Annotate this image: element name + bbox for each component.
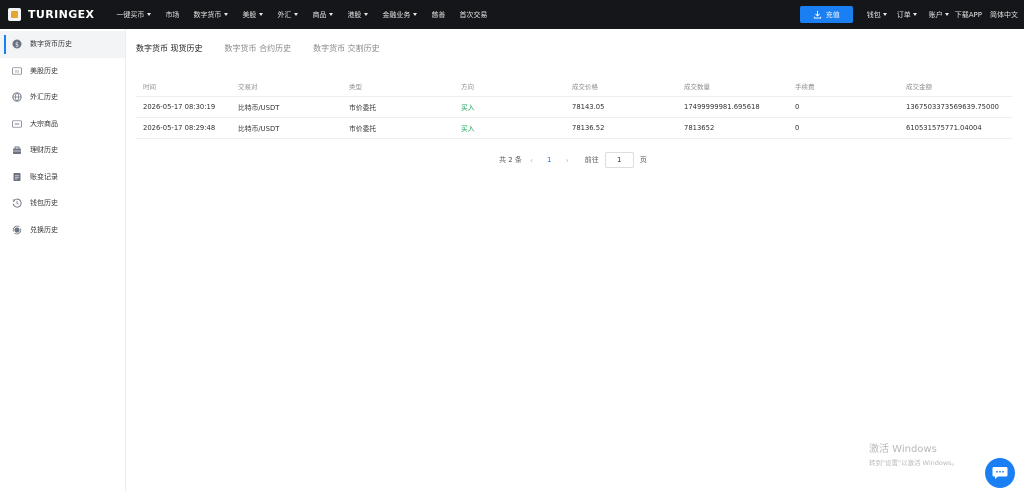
- chevron-down-icon: [413, 13, 418, 16]
- sidebar-item-exchange-history[interactable]: 兑换历史: [0, 217, 125, 244]
- cell-direction: 买入: [461, 104, 475, 112]
- sidebar-item-wallet-history[interactable]: 钱包历史: [0, 190, 125, 217]
- chevron-down-icon: [882, 13, 887, 16]
- ledger-icon: [12, 172, 22, 182]
- cell-fee: 0: [795, 124, 800, 132]
- nav-item-charity[interactable]: 慈善: [431, 10, 445, 20]
- cell-direction: 买入: [461, 125, 475, 133]
- chevron-down-icon: [944, 13, 949, 16]
- cell-quantity: 7813652: [684, 124, 715, 132]
- nav-item-market[interactable]: 市场: [165, 10, 179, 20]
- svg-text:US: US: [15, 69, 19, 73]
- cell-time: 2026-05-17 08:30:19: [143, 103, 216, 111]
- coin-icon: $: [12, 39, 22, 49]
- column-header-fee: 手续费: [795, 83, 815, 91]
- table-header: 时间 交易对 类型 方向 成交价格 成交数量 手续费 成交金额: [136, 76, 1012, 97]
- sidebar-item-commodities[interactable]: 大宗商品: [0, 111, 125, 138]
- cell-pair: 比特币/USDT: [238, 125, 280, 133]
- language-switch[interactable]: 简体中文: [990, 10, 1018, 20]
- top-navbar: TURINGEX 一键买币 市场 数字货币 美股 外汇 商品 港股 金融业务 慈…: [0, 0, 1024, 29]
- finance-icon: [12, 145, 22, 155]
- account-menu[interactable]: 账户: [929, 10, 949, 20]
- cell-price: 78136.52: [572, 124, 605, 132]
- main-content: 数字货币 现货历史 数字货币 合约历史 数字货币 交割历史 时间 交易对 类型 …: [126, 29, 1024, 491]
- column-header-direction: 方向: [461, 83, 474, 91]
- goto-label: 前往: [584, 156, 599, 164]
- wallet-menu[interactable]: 钱包: [867, 10, 887, 20]
- chevron-down-icon: [294, 13, 299, 16]
- sidebar-item-finance-history[interactable]: 理财历史: [0, 137, 125, 164]
- recharge-button[interactable]: 充值: [799, 6, 853, 23]
- cell-price: 78143.05: [572, 103, 605, 111]
- chevron-down-icon: [224, 13, 229, 16]
- chat-support-button[interactable]: [985, 458, 1015, 488]
- watermark-subtitle: 转到"设置"以激活 Windows。: [869, 459, 959, 467]
- tab-delivery-history[interactable]: 数字货币 交割历史: [313, 43, 380, 54]
- brand-name: TURINGEX: [28, 8, 95, 21]
- table-row: 2026-05-17 08:30:19 比特币/USDT 市价委托 买入 781…: [136, 97, 1012, 118]
- us-stock-icon: US: [12, 66, 22, 76]
- page-jump-input[interactable]: [604, 152, 634, 168]
- tab-contract-history[interactable]: 数字货币 合约历史: [225, 43, 292, 54]
- column-header-pair: 交易对: [238, 83, 258, 91]
- logo-icon: [8, 8, 21, 21]
- svg-text:$: $: [15, 42, 19, 49]
- sidebar-item-crypto-history[interactable]: $ 数字货币历史: [0, 31, 125, 58]
- user-nav: 充值 钱包 订单 账户 下载APP 简体中文: [799, 0, 1018, 29]
- nav-item-hk-stocks[interactable]: 港股: [347, 10, 369, 20]
- cell-quantity: 17499999981.695618: [684, 103, 760, 111]
- nav-item-first-trade[interactable]: 首次交易: [459, 10, 487, 20]
- chevron-down-icon: [329, 13, 334, 16]
- prev-page-icon[interactable]: ‹: [530, 156, 533, 165]
- tab-spot-history[interactable]: 数字货币 现货历史: [136, 43, 203, 54]
- chevron-down-icon: [259, 13, 264, 16]
- trade-history-table: 时间 交易对 类型 方向 成交价格 成交数量 手续费 成交金额 2026-05-…: [136, 76, 1012, 139]
- cell-time: 2026-05-17 08:29:48: [143, 124, 216, 132]
- cell-amount: 1367503373569639.75000: [906, 103, 999, 111]
- watermark-title: 激活 Windows: [869, 444, 937, 455]
- column-header-quantity: 成交数量: [684, 83, 710, 91]
- main-nav: 一键买币 市场 数字货币 美股 外汇 商品 港股 金融业务 慈善 首次交易: [116, 10, 501, 20]
- nav-item-finance[interactable]: 金融业务: [382, 10, 418, 20]
- column-header-price: 成交价格: [572, 83, 598, 91]
- page-suffix-label: 页: [639, 156, 647, 164]
- next-page-icon[interactable]: ›: [566, 156, 569, 165]
- download-app-link[interactable]: 下载APP: [955, 10, 982, 20]
- column-header-time: 时间: [143, 83, 156, 91]
- chevron-down-icon: [364, 13, 369, 16]
- nav-item-forex[interactable]: 外汇: [277, 10, 299, 20]
- nav-item-commodities[interactable]: 商品: [312, 10, 334, 20]
- brand-logo[interactable]: TURINGEX: [8, 8, 94, 21]
- nav-item-crypto[interactable]: 数字货币: [193, 10, 229, 20]
- pagination: 共 2 条 ‹ 1 › 前往 页: [499, 152, 647, 168]
- cell-type: 市价委托: [349, 104, 377, 112]
- globe-icon: [12, 92, 22, 102]
- table-row: 2026-05-17 08:29:48 比特币/USDT 市价委托 买入 781…: [136, 118, 1012, 139]
- cell-type: 市价委托: [349, 125, 377, 133]
- chevron-down-icon: [147, 13, 152, 16]
- history-sidebar: $ 数字货币历史 US 美股历史 外汇历史 大宗商品 理财历史 账变记录 钱包历…: [0, 29, 126, 491]
- pagination-total: 共 2 条: [499, 156, 522, 164]
- download-icon: [813, 10, 821, 19]
- column-header-amount: 成交金额: [906, 83, 932, 91]
- wallet-history-icon: [12, 198, 22, 208]
- exchange-icon: [12, 225, 22, 235]
- nav-item-us-stocks[interactable]: 美股: [242, 10, 264, 20]
- nav-item-quick-buy[interactable]: 一键买币: [116, 10, 152, 20]
- sidebar-item-ledger[interactable]: 账变记录: [0, 164, 125, 191]
- cell-fee: 0: [795, 103, 800, 111]
- commodity-icon: [12, 119, 22, 129]
- sidebar-item-us-stock-history[interactable]: US 美股历史: [0, 58, 125, 85]
- cell-amount: 610531575771.04004: [906, 124, 982, 132]
- history-tabs: 数字货币 现货历史 数字货币 合约历史 数字货币 交割历史: [136, 43, 402, 54]
- sidebar-item-forex-history[interactable]: 外汇历史: [0, 84, 125, 111]
- orders-menu[interactable]: 订单: [897, 10, 917, 20]
- chat-bubble-icon: [992, 467, 1008, 479]
- column-header-type: 类型: [349, 83, 362, 91]
- page-number-current[interactable]: 1: [547, 156, 551, 164]
- windows-activation-watermark: 激活 Windows 转到"设置"以激活 Windows。: [869, 440, 958, 467]
- chevron-down-icon: [912, 13, 917, 16]
- cell-pair: 比特币/USDT: [238, 104, 280, 112]
